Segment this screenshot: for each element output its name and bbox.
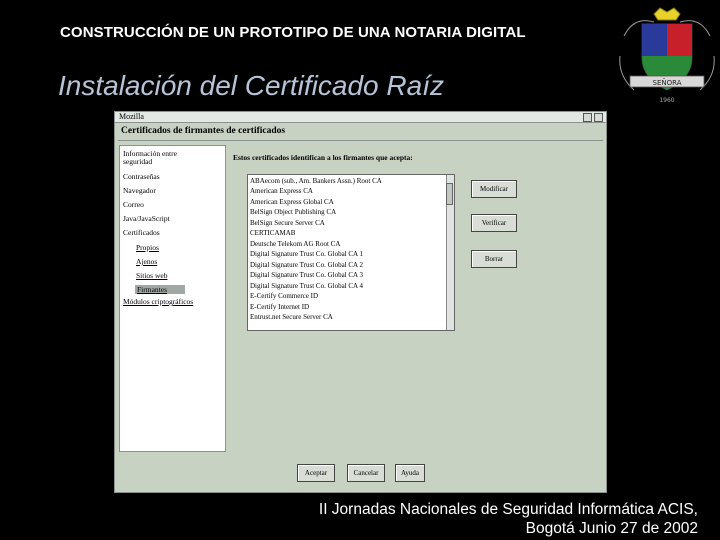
nav-item-java[interactable]: Java/JavaScript [123,215,170,223]
nav-item-mail[interactable]: Correo [123,201,144,209]
svg-text:1960: 1960 [659,97,674,104]
list-item[interactable]: Digital Signature Trust Co. Global CA 1 [250,250,363,258]
ok-button[interactable]: Aceptar [297,464,335,482]
footer-line-2: Bogotá Junio 27 de 2002 [525,520,698,537]
nav-item-certificates[interactable]: Certificados [123,229,160,237]
footer-line-1: II Jornadas Nacionales de Seguridad Info… [318,501,698,518]
nav-item-security-info[interactable]: Información entre seguridad [123,150,193,166]
list-item[interactable]: E-Certify Internet ID [250,303,309,311]
divider [118,140,603,141]
list-item[interactable]: BelSign Object Publishing CA [250,208,336,216]
category-nav: Información entre seguridad Contraseñas … [119,145,226,452]
list-item[interactable]: Digital Signature Trust Co. Global CA 2 [250,261,363,269]
list-item[interactable]: ABAecom (sub., Am. Bankers Assn.) Root C… [250,177,382,185]
dialog-heading: Certificados de firmantes de certificado… [121,126,286,136]
list-item[interactable]: E-Certify Commerce ID [250,292,318,300]
verify-button[interactable]: Verificar [471,214,517,232]
scrollbar-thumb[interactable] [446,183,453,205]
nav-item-browser[interactable]: Navegador [123,187,156,195]
list-item[interactable]: American Express Global CA [250,198,334,206]
list-prompt: Estos certificados identifican a los fir… [233,153,413,162]
list-item[interactable]: Digital Signature Trust Co. Global CA 4 [250,282,363,290]
list-item[interactable]: CERTICAMAB [250,229,295,237]
slide-footer: II Jornadas Nacionales de Seguridad Info… [319,500,698,538]
list-item[interactable]: Entrust.net Secure Server CA [250,313,333,321]
list-item[interactable]: BelSign Secure Server CA [250,219,325,227]
svg-text:SEÑORA: SEÑORA [653,78,682,87]
nav-subitem-websites[interactable]: Sitios web [136,271,167,280]
nav-subitem-own[interactable]: Propios [136,243,159,252]
nav-item-passwords[interactable]: Contraseñas [123,173,160,181]
help-button[interactable]: Ayuda [395,464,425,482]
list-item[interactable]: Deutsche Telekom AG Root CA [250,240,340,248]
delete-button[interactable]: Borrar [471,250,517,268]
edit-button[interactable]: Modificar [471,180,517,198]
nav-subitem-signers[interactable]: Firmantes [135,285,185,294]
university-crest-icon: SEÑORA 1960 [619,7,715,104]
nav-subitem-others[interactable]: Ajenos [136,257,157,266]
slide-title: Instalación del Certificado Raíz [58,70,444,101]
mozilla-dialog: Mozilla Certificados de firmantes de cer… [114,111,607,493]
nav-item-crypto-modules[interactable]: Módulos criptográficos [123,298,193,306]
list-item[interactable]: Digital Signature Trust Co. Global CA 3 [250,271,363,279]
window-titlebar[interactable]: Mozilla [115,112,606,123]
certificate-list[interactable]: ABAecom (sub., Am. Bankers Assn.) Root C… [247,174,455,331]
list-item[interactable]: American Express CA [250,187,313,195]
cancel-button[interactable]: Cancelar [347,464,385,482]
list-scrollbar[interactable] [446,175,454,330]
minimize-icon[interactable] [583,113,592,122]
slide-header: CONSTRUCCIÓN DE UN PROTOTIPO DE UNA NOTA… [60,24,526,41]
close-icon[interactable] [594,113,603,122]
window-title: Mozilla [119,112,144,121]
